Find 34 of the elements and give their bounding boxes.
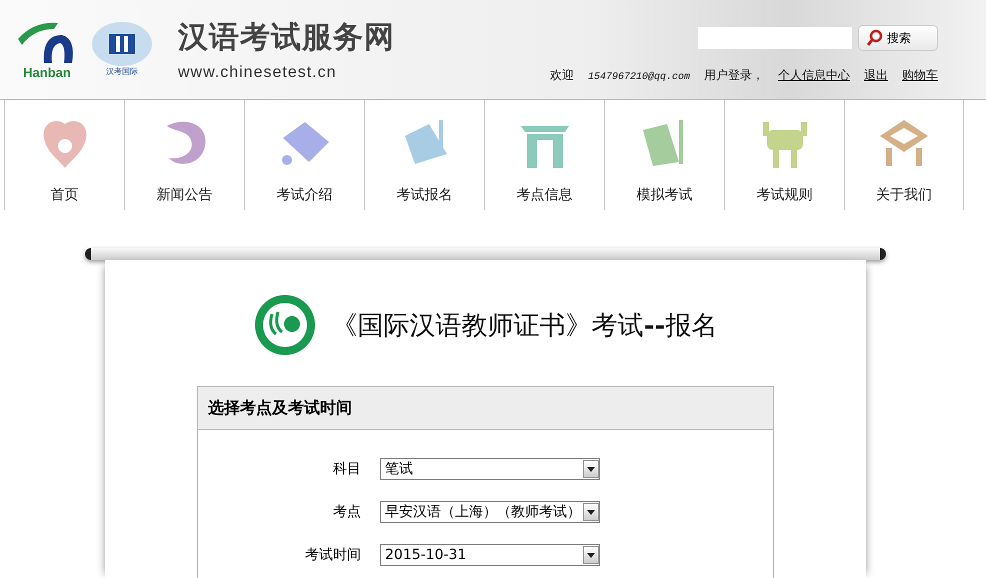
user-text: 用户登录，: [704, 67, 764, 84]
field-label: 科目: [332, 460, 361, 478]
caret-icon: [583, 503, 599, 521]
dropdown[interactable]: 笔试: [380, 458, 600, 480]
user-link[interactable]: 个人信息中心: [778, 67, 850, 84]
nav-item[interactable]: 考试报名: [364, 100, 484, 210]
institute-logo: [254, 294, 316, 356]
search-button[interactable]: 搜索: [858, 25, 938, 51]
nav-item[interactable]: 新闻公告: [124, 100, 244, 210]
search-field[interactable]: [698, 27, 852, 49]
search-icon: [867, 29, 883, 47]
user-email: 1547967210@qq.com: [588, 72, 690, 83]
site-title: 汉语考试服务网: [178, 19, 395, 57]
user-text: 欢迎: [550, 67, 574, 84]
user-link[interactable]: 购物车: [902, 67, 938, 84]
logo-text: Hanban: [23, 65, 71, 80]
nav-item[interactable]: 首页: [4, 100, 124, 210]
dropdown[interactable]: 2015-10-31: [380, 544, 600, 566]
dropdown[interactable]: 早安汉语（上海）（教师考试）: [380, 501, 600, 523]
nav-item[interactable]: 考试规则: [724, 100, 844, 210]
badge-text: 汉考国际: [106, 66, 138, 77]
nav-item[interactable]: 关于我们: [844, 100, 964, 210]
caret-icon: [583, 546, 599, 564]
panel-heading: 选择考点及考试时间: [208, 398, 352, 418]
site-url: www.chinesetest.cn: [178, 64, 338, 82]
caret-icon: [583, 460, 599, 478]
page-title: 《国际汉语教师证书》考试--报名: [332, 310, 718, 342]
field-label: 考点: [332, 503, 361, 521]
user-link[interactable]: 退出: [864, 67, 888, 84]
nav-item[interactable]: 模拟考试: [604, 100, 724, 210]
field-label: 考试时间: [304, 546, 361, 564]
nav-item[interactable]: 考试介绍: [244, 100, 364, 210]
globe-logo: [92, 22, 152, 66]
nav-item[interactable]: 考点信息: [484, 100, 604, 210]
